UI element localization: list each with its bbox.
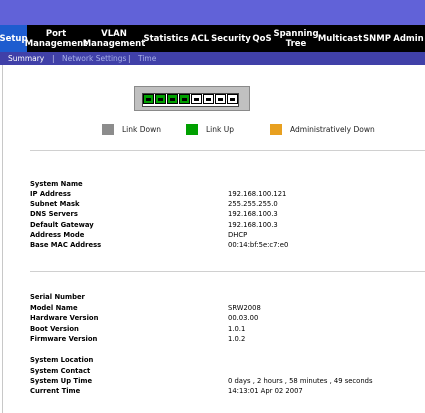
info-label: Default Gateway <box>30 221 94 229</box>
legend-admin-down: Administratively Down <box>270 124 375 135</box>
nav-label: VLAN <box>101 28 127 39</box>
info-row: System Name <box>30 180 425 190</box>
port-2-icon[interactable] <box>155 94 166 104</box>
subnav-summary[interactable]: Summary <box>8 54 44 63</box>
subnav-separator: | <box>128 54 131 63</box>
nav-port-management[interactable]: Port Management <box>25 25 88 52</box>
info-label: Serial Number <box>30 293 85 301</box>
port-7-icon[interactable] <box>215 94 226 104</box>
info-label: Hardware Version <box>30 314 99 322</box>
info-label: System Contact <box>30 367 91 375</box>
info-label: Base MAC Address <box>30 241 102 249</box>
port-group <box>142 93 239 107</box>
left-border <box>2 65 3 413</box>
info-row: IP Address 192.168.100.121 <box>30 190 425 200</box>
switch-front-panel <box>134 86 250 111</box>
info-value: DHCP <box>228 231 248 239</box>
info-label: System Up Time <box>30 377 93 385</box>
link-down-swatch-icon <box>102 124 114 135</box>
port-3-icon[interactable] <box>167 94 178 104</box>
info-value: 14:13:01 Apr 02 2007 <box>228 387 303 395</box>
top-banner <box>0 0 425 25</box>
info-label: System Location <box>30 356 94 364</box>
port-1-icon[interactable] <box>143 94 154 104</box>
nav-acl[interactable]: ACL <box>189 25 211 52</box>
nav-qos[interactable]: QoS <box>251 25 273 52</box>
admin-down-swatch-icon <box>270 124 282 135</box>
nav-label: QoS <box>252 33 272 44</box>
info-label: Boot Version <box>30 325 79 333</box>
nav-spanning-tree[interactable]: Spanning Tree <box>273 25 319 52</box>
legend-label: Link Up <box>206 125 234 134</box>
nav-label-line2: Management <box>82 38 146 49</box>
info-row: DNS Servers 192.168.100.3 <box>30 210 425 220</box>
nav-setup[interactable]: Setup <box>0 25 28 52</box>
info-label: Firmware Version <box>30 335 98 343</box>
info-row: Hardware Version 00.03.00 <box>30 314 425 324</box>
nav-vlan-management[interactable]: VLAN Management <box>83 25 146 52</box>
link-up-swatch-icon <box>186 124 198 135</box>
info-label: IP Address <box>30 190 71 198</box>
info-label: Subnet Mask <box>30 200 80 208</box>
info-row: Default Gateway 192.168.100.3 <box>30 221 425 231</box>
info-value: 192.168.100.3 <box>228 221 278 229</box>
info-label: Model Name <box>30 304 78 312</box>
info-value: 00:14:bf:5e:c7:e0 <box>228 241 289 249</box>
nav-label: Multicast <box>317 33 363 44</box>
nav-multicast[interactable]: Multicast <box>318 25 362 52</box>
info-row: Subnet Mask 255.255.255.0 <box>30 200 425 210</box>
subnav-time[interactable]: Time <box>138 54 156 63</box>
divider <box>30 271 425 272</box>
info-row: System Up Time 0 days , 2 hours , 58 minu… <box>30 377 425 387</box>
legend-label: Administratively Down <box>290 125 375 134</box>
nav-label: Spanning <box>273 28 319 39</box>
info-value: 192.168.100.3 <box>228 210 278 218</box>
info-row: Address Mode DHCP <box>30 231 425 241</box>
info-value: 0 days , 2 hours , 58 minutes , 49 secon… <box>228 377 373 385</box>
info-row: Firmware Version 1.0.2 <box>30 335 425 345</box>
info-label: DNS Servers <box>30 210 78 218</box>
nav-label: SNMP <box>363 33 391 44</box>
info-value: 00.03.00 <box>228 314 259 322</box>
nav-label: Port <box>45 28 67 39</box>
nav-statistics[interactable]: Statistics <box>143 25 189 52</box>
legend-link-up: Link Up <box>186 124 234 135</box>
port-6-icon[interactable] <box>203 94 214 104</box>
info-row: System Contact <box>30 367 425 377</box>
subnav-network-settings[interactable]: Network Settings <box>62 54 126 63</box>
port-4-icon[interactable] <box>179 94 190 104</box>
nav-label: Admin <box>393 33 424 44</box>
info-value: SRW2008 <box>228 304 261 312</box>
info-row: Model Name SRW2008 <box>30 304 425 314</box>
nav-label: ACL <box>190 33 210 44</box>
nav-label: Security <box>211 33 251 44</box>
main-nav: Setup Port Management VLAN Management Stat… <box>0 25 425 52</box>
info-row: System Location <box>30 356 425 366</box>
info-row: Boot Version 1.0.1 <box>30 325 425 335</box>
nav-snmp[interactable]: SNMP <box>363 25 391 52</box>
subnav-separator: | <box>52 54 55 63</box>
port-5-icon[interactable] <box>191 94 202 104</box>
port-8-icon[interactable] <box>227 94 238 104</box>
nav-security[interactable]: Security <box>211 25 251 52</box>
info-value: 192.168.100.121 <box>228 190 287 198</box>
info-row: Current Time 14:13:01 Apr 02 2007 <box>30 387 425 397</box>
info-label: Current Time <box>30 387 81 395</box>
nav-label: Setup <box>0 33 28 44</box>
info-label: System Name <box>30 180 83 188</box>
legend-link-down: Link Down <box>102 124 161 135</box>
info-label: Address Mode <box>30 231 85 239</box>
info-row: Serial Number <box>30 293 425 303</box>
divider <box>30 150 425 151</box>
nav-label-line2: Management <box>24 38 88 49</box>
nav-admin[interactable]: Admin <box>392 25 425 52</box>
legend-label: Link Down <box>122 125 161 134</box>
info-row: Base MAC Address 00:14:bf:5e:c7:e0 <box>30 241 425 251</box>
info-value: 1.0.2 <box>228 335 246 343</box>
info-value: 255.255.255.0 <box>228 200 278 208</box>
sub-nav: Summary | Network Settings | Time <box>0 52 425 65</box>
nav-label: Statistics <box>143 33 189 44</box>
nav-label-line2: Tree <box>285 38 307 49</box>
info-value: 1.0.1 <box>228 325 246 333</box>
